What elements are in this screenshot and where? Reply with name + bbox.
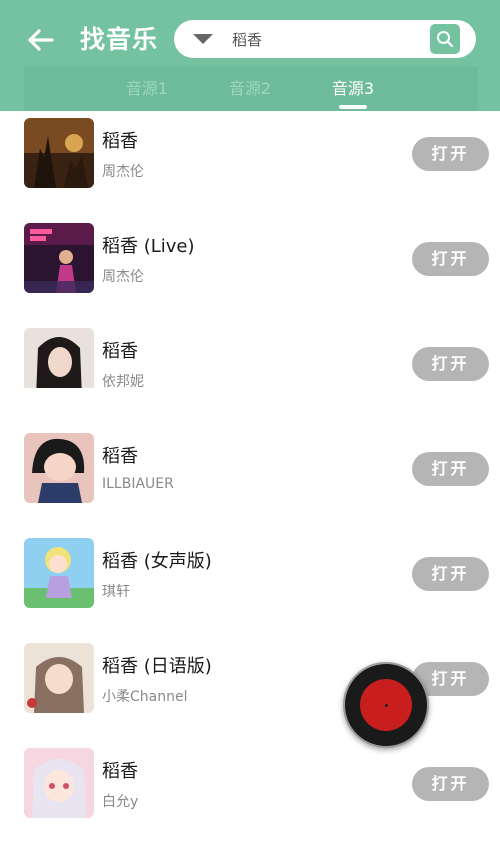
search-button[interactable]: [430, 24, 460, 54]
album-cover: [24, 118, 94, 188]
song-row[interactable]: 稻香 ILLBIAUER 打开: [0, 426, 500, 531]
active-tab-indicator: [339, 105, 367, 109]
source-tab-bar: 音源1 音源2 音源3: [24, 67, 478, 111]
open-button[interactable]: 打开: [412, 137, 489, 171]
album-cover: [24, 433, 94, 503]
back-button[interactable]: [24, 24, 56, 56]
open-button[interactable]: 打开: [412, 242, 489, 276]
open-button[interactable]: 打开: [412, 347, 489, 381]
song-row[interactable]: 稻香 白允y 打开: [0, 741, 500, 846]
album-cover: [24, 643, 94, 713]
song-artist: 依邦妮: [102, 374, 144, 390]
open-button[interactable]: 打开: [412, 767, 489, 801]
album-cover-art: [24, 118, 94, 188]
song-title: 稻香: [102, 341, 138, 362]
song-artist: 白允y: [102, 794, 139, 810]
song-title: 稻香: [102, 446, 138, 467]
album-cover-art: [24, 748, 94, 818]
song-artist: 琪轩: [102, 584, 130, 600]
song-title: 稻香 (日语版): [102, 656, 212, 677]
song-artist: ILLBIAUER: [102, 476, 174, 492]
album-cover-art: [24, 223, 94, 293]
app-header: 找音乐 音源1 音源2 音源3: [0, 0, 500, 111]
song-title: 稻香 (Live): [102, 236, 195, 257]
song-row[interactable]: 稻香 (Live) 周杰伦 打开: [0, 216, 500, 321]
album-cover: [24, 328, 94, 398]
search-input[interactable]: [232, 26, 422, 52]
song-title: 稻香: [102, 761, 138, 782]
album-cover-art: [24, 643, 94, 713]
tab-source-1[interactable]: 音源1: [107, 67, 187, 111]
album-cover-art: [24, 328, 94, 398]
album-cover: [24, 748, 94, 818]
song-artist: 周杰伦: [102, 269, 144, 285]
back-arrow-icon: [28, 29, 54, 51]
floating-player-button[interactable]: [343, 662, 429, 748]
album-cover-art: [24, 538, 94, 608]
tab-source-2[interactable]: 音源2: [210, 67, 290, 111]
song-artist: 周杰伦: [102, 164, 144, 180]
song-row[interactable]: 稻香 (女声版) 琪轩 打开: [0, 531, 500, 636]
song-title: 稻香: [102, 131, 138, 152]
song-artist: 小柔Channel: [102, 689, 188, 705]
album-cover: [24, 223, 94, 293]
page-title: 找音乐: [80, 25, 159, 54]
open-button[interactable]: 打开: [412, 557, 489, 591]
song-row[interactable]: 稻香 依邦妮 打开: [0, 321, 500, 426]
album-cover-art: [24, 433, 94, 503]
vinyl-center-hole: [385, 704, 388, 707]
song-row[interactable]: 稻香 周杰伦 打开: [0, 111, 500, 216]
open-button[interactable]: 打开: [412, 452, 489, 486]
song-title: 稻香 (女声版): [102, 551, 212, 572]
album-cover: [24, 538, 94, 608]
dropdown-triangle-icon[interactable]: [193, 34, 213, 44]
search-box: [174, 20, 476, 58]
search-icon: [437, 31, 454, 48]
